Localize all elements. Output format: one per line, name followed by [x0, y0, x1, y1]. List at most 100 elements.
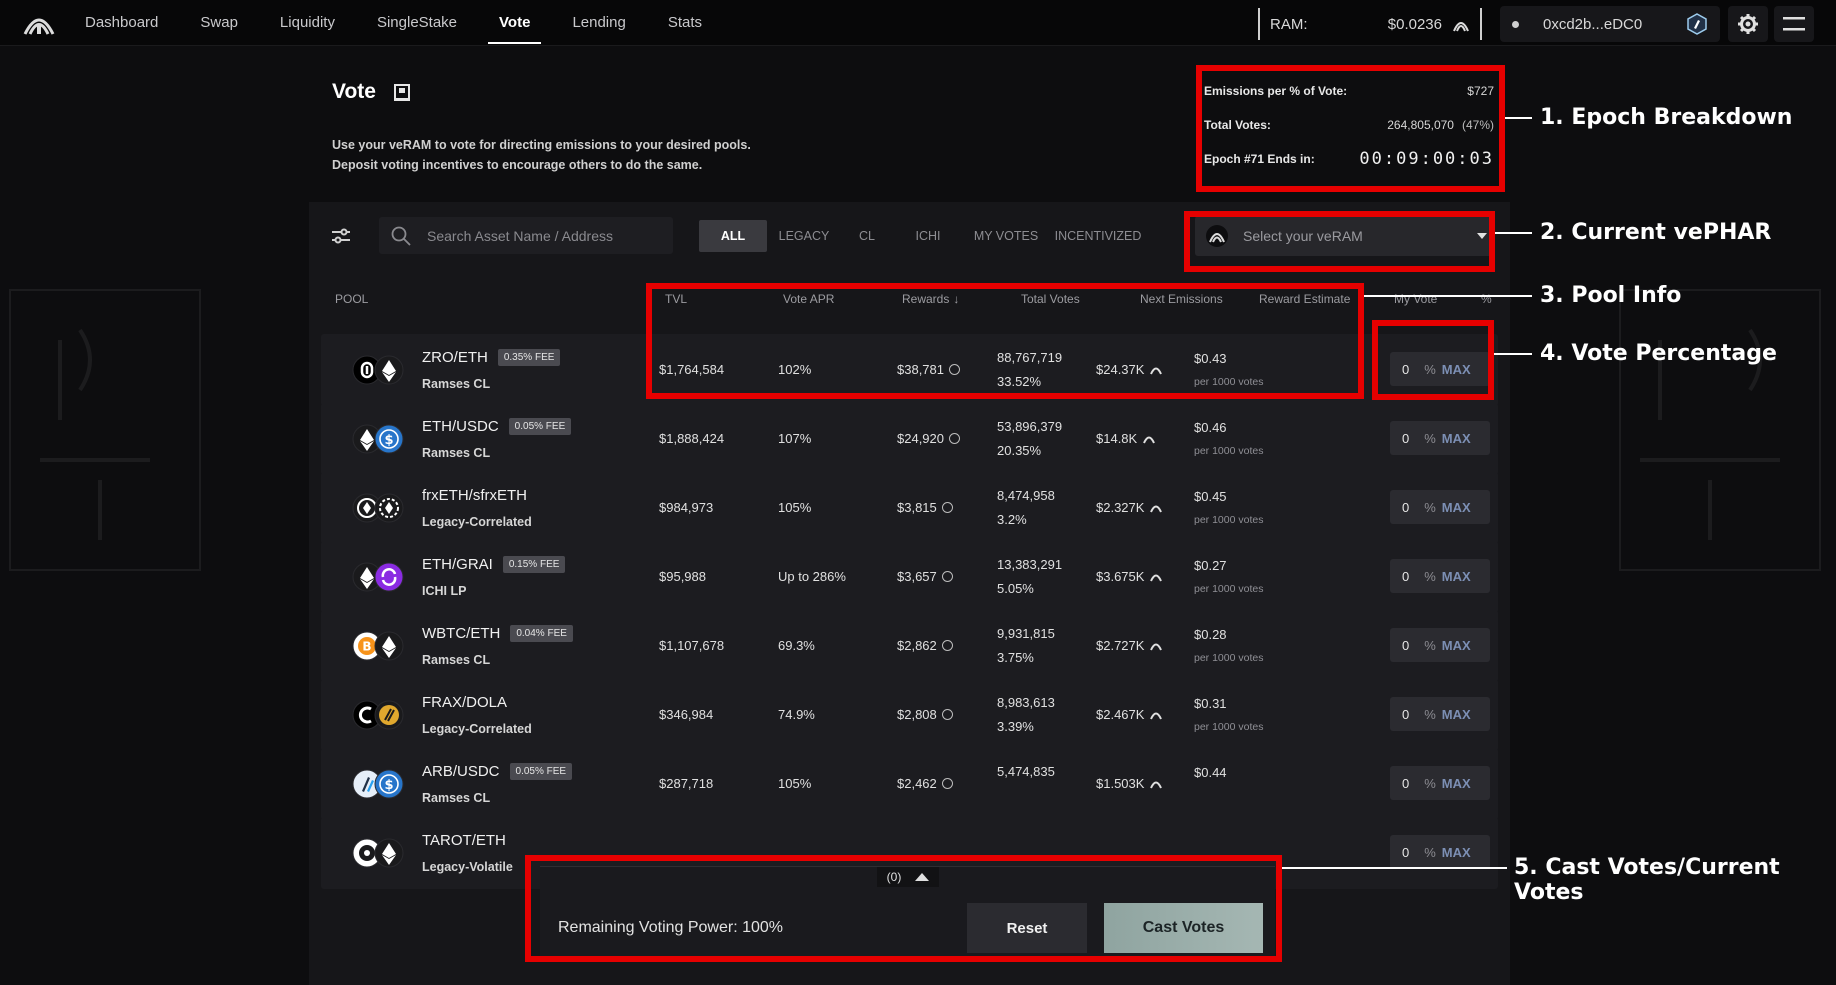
callout-line-1 — [1505, 117, 1532, 119]
table-row[interactable]: frxETH/sfrxETH Legacy-Correlated $984,97… — [321, 472, 1498, 544]
vote-value[interactable]: 0 — [1402, 776, 1409, 791]
ramses-logo-icon[interactable] — [22, 10, 56, 36]
total-votes-pct: 3.39% — [997, 719, 1034, 734]
pool-name[interactable]: TAROT/ETH — [422, 832, 506, 849]
description-line-2: Deposit voting incentives to encourage o… — [332, 158, 703, 172]
col-reward-estimate[interactable]: Reward Estimate — [1259, 292, 1350, 306]
vote-value[interactable]: 0 — [1402, 707, 1409, 722]
max-button[interactable]: MAX — [1442, 638, 1471, 653]
tab-legacy[interactable]: LEGACY — [767, 220, 841, 252]
max-button[interactable]: MAX — [1442, 500, 1471, 515]
col-tvl[interactable]: TVL — [665, 292, 687, 306]
selected-votes-toggle[interactable]: (0) — [877, 867, 939, 887]
vote-percentage-input[interactable]: 0 % MAX — [1390, 628, 1490, 662]
nav-swap[interactable]: Swap — [179, 0, 259, 46]
table-row[interactable]: ZRO/ETH 0.35% FEE Ramses CL $1,764,584 1… — [321, 334, 1498, 406]
table-row[interactable]: ETH/GRAI 0.15% FEE ICHI LP $95,988 Up to… — [321, 541, 1498, 613]
table-row[interactable]: FRAX/DOLA Legacy-Correlated $346,984 74.… — [321, 679, 1498, 751]
search-input[interactable] — [427, 227, 657, 244]
veram-select-dropdown[interactable]: Select your veRAM — [1195, 216, 1495, 256]
nav-singlestake[interactable]: SingleStake — [356, 0, 478, 46]
info-icon[interactable] — [949, 364, 960, 375]
tab-ichi[interactable]: ICHI — [893, 220, 963, 252]
pool-name[interactable]: ZRO/ETH 0.35% FEE — [422, 349, 561, 366]
col-rewards[interactable]: Rewards ↓ — [902, 292, 959, 306]
next-emissions-cell: $24.37K — [1096, 362, 1163, 377]
info-icon[interactable] — [941, 640, 953, 651]
table-row[interactable]: $ ETH/USDC 0.05% FEE Ramses CL $1,888,42… — [321, 403, 1498, 475]
nav-lending[interactable]: Lending — [551, 0, 646, 46]
vote-percentage-input[interactable]: 0 % MAX — [1390, 766, 1490, 800]
tab-my-votes[interactable]: MY VOTES — [963, 220, 1049, 252]
cast-votes-button[interactable]: Cast Votes — [1104, 903, 1263, 953]
max-button[interactable]: MAX — [1442, 707, 1471, 722]
info-icon[interactable] — [941, 778, 953, 789]
max-button[interactable]: MAX — [1442, 431, 1471, 446]
callout-line-4 — [1494, 353, 1532, 355]
nav-dashboard[interactable]: Dashboard — [64, 0, 179, 46]
nav-vote[interactable]: Vote — [478, 0, 551, 46]
col-vote-apr[interactable]: Vote APR — [783, 292, 834, 306]
settings-button[interactable] — [1728, 6, 1768, 42]
vote-value[interactable]: 0 — [1402, 569, 1409, 584]
pool-name[interactable]: ARB/USDC 0.05% FEE — [422, 763, 573, 780]
reward-estimate-value: $0.45 — [1194, 489, 1227, 504]
vote-percentage-input[interactable]: 0 % MAX — [1390, 697, 1490, 731]
rewards-value: $3,657 — [897, 569, 937, 584]
table-row[interactable]: $ ARB/USDC 0.05% FEE Ramses CL $287,718 … — [321, 748, 1498, 820]
col-total-votes[interactable]: Total Votes — [1021, 292, 1080, 306]
chevron-down-icon — [1477, 233, 1487, 239]
rewards-value: $2,862 — [897, 638, 937, 653]
filter-sliders-icon[interactable] — [331, 227, 351, 245]
max-button[interactable]: MAX — [1442, 362, 1471, 377]
nav-liquidity[interactable]: Liquidity — [259, 0, 356, 46]
total-votes-pct: (47%) — [1461, 118, 1494, 132]
info-icon[interactable] — [941, 709, 953, 720]
table-row[interactable]: B WBTC/ETH 0.04% FEE Ramses CL $1,107,67… — [321, 610, 1498, 682]
background-pattern-left — [9, 289, 201, 571]
pool-pair-label: ETH/USDC — [422, 418, 499, 435]
next-emissions-cell: $2.467K — [1096, 707, 1163, 722]
rewards-cell: $3,815 — [897, 500, 953, 515]
menu-button[interactable] — [1774, 6, 1814, 42]
pool-name[interactable]: frxETH/sfrxETH — [422, 487, 527, 504]
tab-all[interactable]: ALL — [699, 220, 767, 252]
vote-value[interactable]: 0 — [1402, 845, 1409, 860]
tab-cl[interactable]: CL — [841, 220, 893, 252]
info-icon[interactable] — [941, 571, 953, 582]
wallet-button[interactable]: 0xcd2b...eDC0 — [1500, 6, 1720, 42]
pool-type: Legacy-Volatile — [422, 860, 513, 874]
vote-value[interactable]: 0 — [1402, 500, 1409, 515]
total-votes-pct: 3.75% — [997, 650, 1034, 665]
vote-percentage-input[interactable]: 0 % MAX — [1390, 835, 1490, 869]
max-button[interactable]: MAX — [1442, 776, 1471, 791]
reward-estimate-value: $0.27 — [1194, 558, 1227, 573]
pool-name[interactable]: WBTC/ETH 0.04% FEE — [422, 625, 573, 642]
vote-value[interactable]: 0 — [1402, 362, 1409, 377]
pool-name[interactable]: ETH/GRAI 0.15% FEE — [422, 556, 566, 573]
vote-value[interactable]: 0 — [1402, 431, 1409, 446]
max-button[interactable]: MAX — [1442, 569, 1471, 584]
page-description: Use your veRAM to vote for directing emi… — [332, 135, 751, 175]
reward-estimate-sub: per 1000 votes — [1194, 445, 1264, 457]
pool-name[interactable]: ETH/USDC 0.05% FEE — [422, 418, 572, 435]
vote-percentage-input[interactable]: 0 % MAX — [1390, 559, 1490, 593]
info-icon[interactable] — [941, 502, 953, 513]
col-next-emissions[interactable]: Next Emissions — [1140, 292, 1223, 306]
epoch-countdown: 00:09:00:03 — [1359, 149, 1494, 169]
chevron-up-icon — [915, 873, 930, 881]
vote-percentage-input[interactable]: 0 % MAX — [1390, 490, 1490, 524]
reward-estimate-value: $0.43 — [1194, 351, 1227, 366]
max-button[interactable]: MAX — [1442, 845, 1471, 860]
pool-name[interactable]: FRAX/DOLA — [422, 694, 507, 711]
nav-stats[interactable]: Stats — [647, 0, 723, 46]
tab-incentivized[interactable]: INCENTIVIZED — [1049, 220, 1147, 252]
info-icon[interactable] — [949, 433, 960, 444]
pool-type: Legacy-Correlated — [422, 515, 532, 529]
eth-icon — [374, 631, 404, 661]
callout-epoch-breakdown: 1. Epoch Breakdown — [1540, 105, 1793, 130]
vote-value[interactable]: 0 — [1402, 638, 1409, 653]
vote-percentage-input[interactable]: 0 % MAX — [1390, 352, 1490, 386]
reset-button[interactable]: Reset — [967, 903, 1087, 953]
vote-percentage-input[interactable]: 0 % MAX — [1390, 421, 1490, 455]
